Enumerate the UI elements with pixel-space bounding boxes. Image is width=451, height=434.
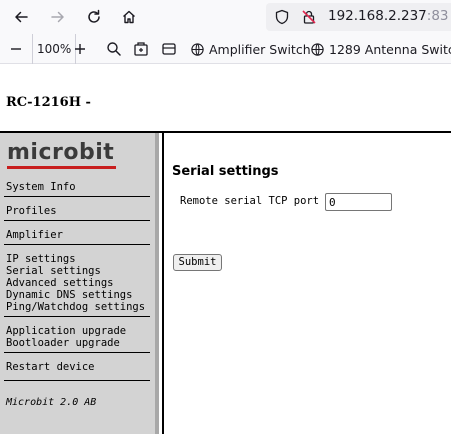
back-button[interactable] <box>9 5 33 29</box>
url-port: :83 <box>426 8 449 24</box>
home-icon <box>123 10 135 24</box>
menu-divider <box>4 352 150 353</box>
zoom-out-button[interactable] <box>9 34 27 64</box>
sidebar-item-ip-settings[interactable]: IP settings <box>6 253 76 265</box>
minus-icon <box>11 48 21 50</box>
logo-underline <box>7 166 116 169</box>
url-bar[interactable]: 192.168.2.237:83 <box>266 3 451 31</box>
url-text[interactable]: 192.168.2.237:83 <box>328 8 449 24</box>
globe-icon <box>311 42 324 56</box>
sidebar-item-restart-device[interactable]: Restart device <box>6 361 95 373</box>
forward-arrow-icon <box>51 11 64 23</box>
bookmark-label: 1289 Antenna Switch <box>329 41 451 57</box>
back-arrow-icon <box>15 11 28 23</box>
search-icon <box>107 42 121 56</box>
bookmarks-toolbar: 100% Amplifier Switch 1289 Antenna Switc… <box>0 34 451 64</box>
sidebar-toggle-button[interactable] <box>161 34 181 64</box>
menu-divider <box>4 244 150 245</box>
bookmark-label: Amplifier Switch <box>209 41 311 57</box>
bookmark-1289-antenna-switch[interactable]: 1289 Antenna Switch <box>310 34 451 64</box>
browser-toolbar: 192.168.2.237:83 <box>0 0 451 34</box>
device-title: RC-1216H - <box>6 95 91 110</box>
reload-icon <box>88 9 100 23</box>
sidebar-item-system-info[interactable]: System Info <box>6 181 76 193</box>
main-content: Serial settings Remote serial TCP port S… <box>172 133 451 434</box>
insecure-lock-icon[interactable] <box>301 9 317 25</box>
forward-button[interactable] <box>46 5 70 29</box>
submit-button[interactable]: Submit <box>173 254 222 271</box>
sidebar-item-advanced-settings[interactable]: Advanced settings <box>6 277 113 289</box>
zoom-in-button[interactable] <box>73 34 91 64</box>
footer-copyright: Microbit 2.0 AB <box>6 397 97 408</box>
sidebar-item-ping-watchdog-settings[interactable]: Ping/Watchdog settings <box>6 301 145 313</box>
remote-tcp-port-label: Remote serial TCP port <box>180 195 320 207</box>
reload-button[interactable] <box>82 5 106 29</box>
sidebar-item-profiles[interactable]: Profiles <box>6 205 57 217</box>
menu-divider <box>4 380 150 381</box>
screenshot-icon <box>134 42 148 56</box>
zoom-level-text: 100% <box>37 42 72 56</box>
globe-icon <box>191 42 204 56</box>
remote-tcp-port-input[interactable] <box>325 193 392 211</box>
shield-icon <box>275 9 289 25</box>
sidebar-item-serial-settings[interactable]: Serial settings <box>6 265 101 277</box>
sidebar-item-amplifier[interactable]: Amplifier <box>6 229 63 241</box>
sidebar-item-application-upgrade[interactable]: Application upgrade <box>6 325 126 337</box>
screenshot-button[interactable] <box>133 34 153 64</box>
menu-divider <box>4 316 150 317</box>
menu-divider <box>4 196 150 197</box>
url-host: 192.168.2.237 <box>328 8 427 24</box>
menu-divider <box>4 220 150 221</box>
sidebar-border <box>162 133 164 434</box>
sidebar-item-bootloader-upgrade[interactable]: Bootloader upgrade <box>6 337 120 349</box>
sidebar-item-dynamic-dns-settings[interactable]: Dynamic DNS settings <box>6 289 132 301</box>
zoom-level-button[interactable]: 100% <box>32 34 77 64</box>
search-button[interactable] <box>106 34 126 64</box>
web-page: RC-1216H - microbit System Info Profiles… <box>0 65 451 434</box>
bookmark-amplifier-switch[interactable]: Amplifier Switch <box>190 34 311 64</box>
sidebar: microbit System Info Profiles Amplifier … <box>0 133 159 434</box>
home-button[interactable] <box>117 5 141 29</box>
plus-icon <box>75 44 85 54</box>
microbit-logo: microbit <box>7 140 115 165</box>
page-title: Serial settings <box>172 164 279 179</box>
sidebar-icon <box>162 43 176 55</box>
